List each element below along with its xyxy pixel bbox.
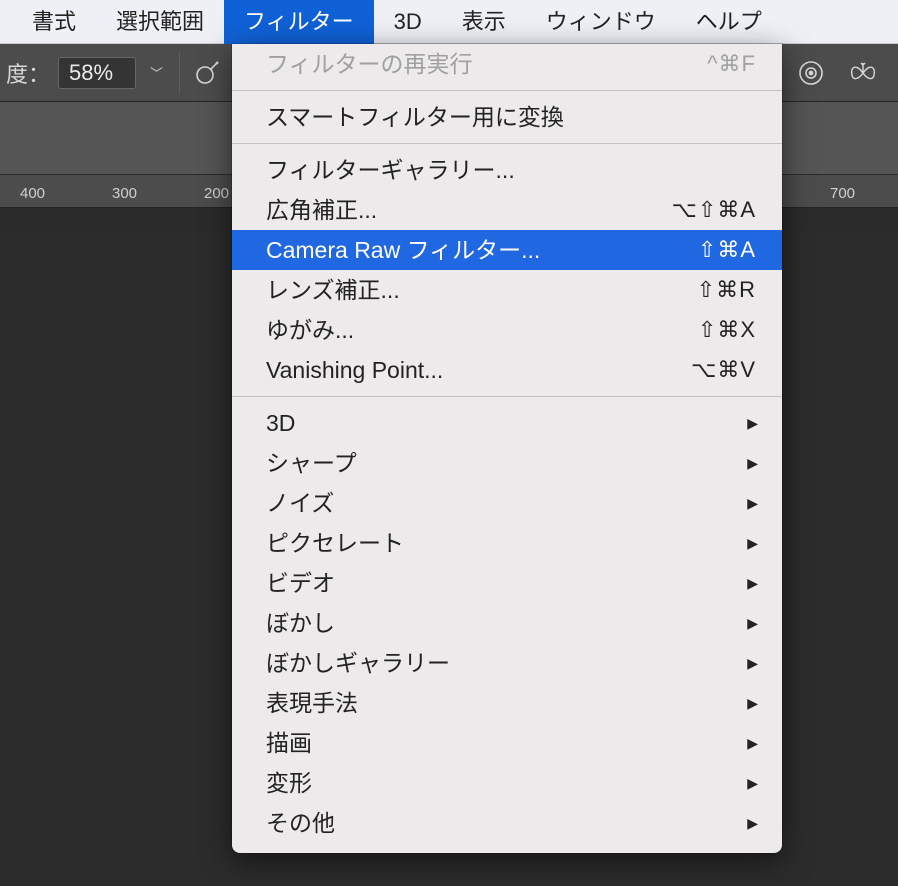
submenu-pixelate-label: ピクセレート [266,528,756,558]
menu-3d[interactable]: 3D [374,0,442,44]
menu-view[interactable]: 表示 [442,0,526,44]
opacity-value-box[interactable]: 58% [58,57,136,89]
submenu-3d-label: 3D [266,408,756,438]
ruler-tick-700: 700 [830,185,855,202]
menu-lens-correction-shortcut: ⇧⌘R [697,275,756,305]
ruler-tick-400: 400 [20,185,45,202]
ruler-tick-200: 200 [204,185,229,202]
opacity-field: 度： 58% ﹀ [0,57,169,89]
submenu-distort[interactable]: 変形 [232,763,782,803]
submenu-stylize-label: 表現手法 [266,688,756,718]
menu-window[interactable]: ウィンドウ [526,0,676,44]
menu-format[interactable]: 書式 [12,0,96,44]
menu-liquify-shortcut: ⇧⌘X [698,315,756,345]
menu-lens-correction-label: レンズ補正... [266,275,697,305]
menu-camera-raw-filter[interactable]: Camera Raw フィルター... ⇧⌘A [232,230,782,270]
menu-convert-smart-filter-label: スマートフィルター用に変換 [266,102,756,132]
menu-lens-correction[interactable]: レンズ補正... ⇧⌘R [232,270,782,310]
menu-re-run-filter: フィルターの再実行 ^⌘F [232,44,782,84]
menu-filter-gallery-label: フィルターギャラリー... [266,155,756,185]
menu-select[interactable]: 選択範囲 [96,0,224,44]
submenu-other[interactable]: その他 [232,803,782,843]
submenu-sharpen[interactable]: シャープ [232,443,782,483]
menu-vanishing-point-label: Vanishing Point... [266,355,691,385]
menu-re-run-filter-label: フィルターの再実行 [266,49,707,79]
submenu-stylize[interactable]: 表現手法 [232,683,782,723]
brush-pressure-icon[interactable] [190,56,224,90]
menubar: 書式 選択範囲 フィルター 3D 表示 ウィンドウ ヘルプ [0,0,898,44]
butterfly-icon[interactable] [846,56,880,90]
submenu-blur-gallery[interactable]: ぼかしギャラリー [232,643,782,683]
menu-liquify[interactable]: ゆがみ... ⇧⌘X [232,310,782,350]
ruler-tick-300: 300 [112,185,137,202]
menu-help[interactable]: ヘルプ [676,0,782,44]
submenu-noise-label: ノイズ [266,488,756,518]
menu-convert-smart-filter[interactable]: スマートフィルター用に変換 [232,97,782,137]
menu-wide-angle-label: 広角補正... [266,195,672,225]
submenu-distort-label: 変形 [266,768,756,798]
submenu-3d[interactable]: 3D [232,403,782,443]
menu-camera-raw-filter-label: Camera Raw フィルター... [266,235,698,265]
submenu-video[interactable]: ビデオ [232,563,782,603]
submenu-blur-gallery-label: ぼかしギャラリー [266,648,756,678]
filter-menu-dropdown: フィルターの再実行 ^⌘F スマートフィルター用に変換 フィルターギャラリー..… [232,44,782,853]
submenu-sharpen-label: シャープ [266,448,756,478]
submenu-noise[interactable]: ノイズ [232,483,782,523]
menu-vanishing-point-shortcut: ⌥⌘V [691,355,756,385]
menu-divider-1 [232,90,782,91]
submenu-blur[interactable]: ぼかし [232,603,782,643]
submenu-render-label: 描画 [266,728,756,758]
menu-wide-angle-shortcut: ⌥⇧⌘A [672,195,756,225]
submenu-other-label: その他 [266,808,756,838]
menu-filter-gallery[interactable]: フィルターギャラリー... [232,150,782,190]
submenu-video-label: ビデオ [266,568,756,598]
menu-vanishing-point[interactable]: Vanishing Point... ⌥⌘V [232,350,782,390]
opacity-dropdown-chevron-icon[interactable]: ﹀ [144,63,169,82]
menu-wide-angle[interactable]: 広角補正... ⌥⇧⌘A [232,190,782,230]
menu-re-run-filter-shortcut: ^⌘F [707,49,756,79]
submenu-blur-label: ぼかし [266,608,756,638]
submenu-pixelate[interactable]: ピクセレート [232,523,782,563]
menu-filter[interactable]: フィルター [224,0,374,44]
target-icon[interactable] [794,56,828,90]
menu-camera-raw-filter-shortcut: ⇧⌘A [698,235,756,265]
submenu-render[interactable]: 描画 [232,723,782,763]
menu-liquify-label: ゆがみ... [266,315,698,345]
options-separator [179,52,180,94]
menu-divider-2 [232,143,782,144]
menu-divider-3 [232,396,782,397]
opacity-label: 度： [6,57,50,89]
